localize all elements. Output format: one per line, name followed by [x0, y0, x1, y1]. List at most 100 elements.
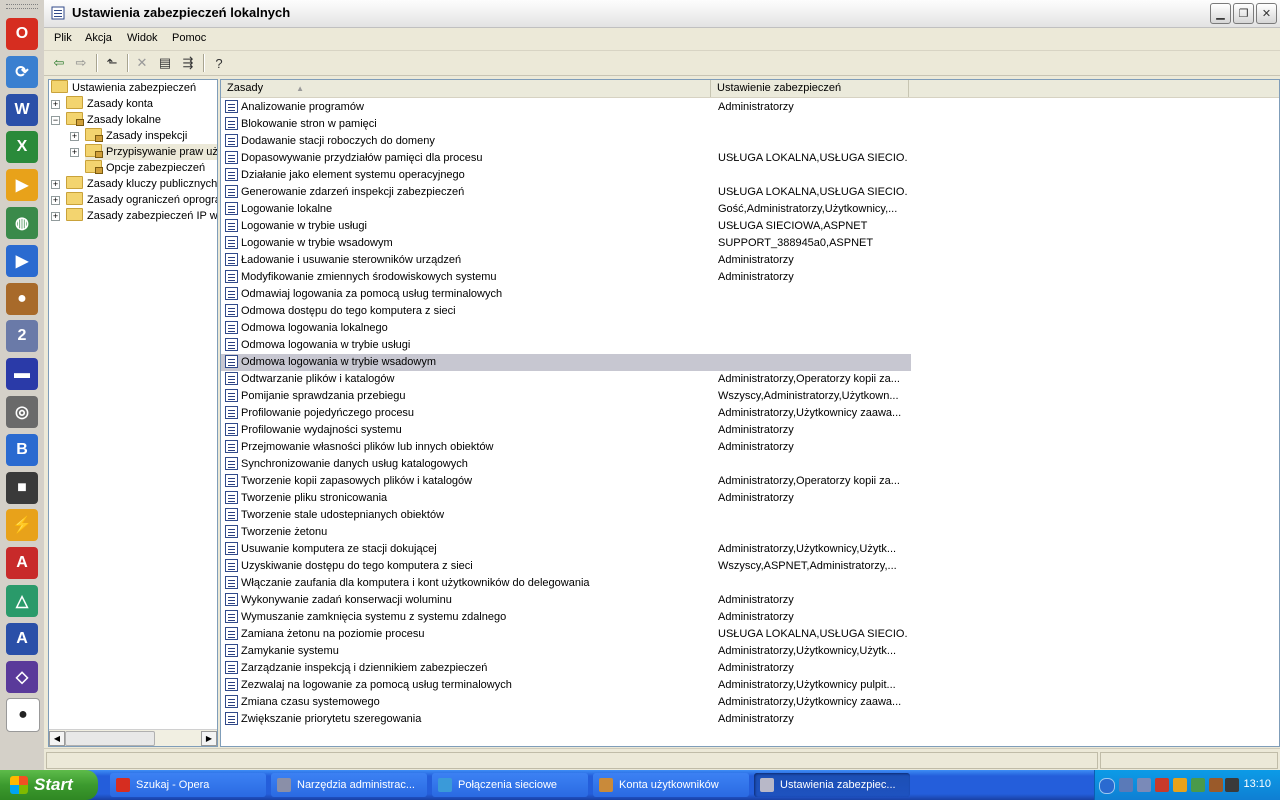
table-row[interactable]: Modyfikowanie zmiennych środowiskowych s… — [221, 269, 911, 286]
table-row[interactable]: Profilowanie wydajności systemu Administr… — [221, 422, 911, 439]
bs-icon[interactable]: B — [6, 433, 38, 466]
table-row[interactable]: Tworzenie kopii zapasowych plików i kata… — [221, 473, 911, 490]
expand-node-button[interactable]: + — [51, 212, 60, 221]
start-button[interactable]: Start — [0, 770, 98, 800]
table-row[interactable]: Dodawanie stacji roboczych do domeny — [221, 133, 911, 150]
table-row[interactable]: Ładowanie i usuwanie sterowników urządze… — [221, 252, 911, 269]
camera-icon[interactable]: ■ — [6, 471, 38, 504]
table-row[interactable]: Zmiana czasu systemowego Administratorzy,… — [221, 694, 911, 711]
menu-akcja[interactable]: Akcja — [85, 32, 112, 44]
winamp-icon[interactable] — [1209, 778, 1223, 792]
table-row[interactable]: Synchronizowanie danych usług katalogowy… — [221, 456, 911, 473]
table-row[interactable]: Tworzenie stale udostepnianych obiektów — [221, 507, 911, 524]
az-icon[interactable]: A — [6, 622, 38, 655]
table-row[interactable]: Zamiana żetonu na poziomie procesu USŁUGA… — [221, 626, 911, 643]
expand-node-button[interactable]: + — [51, 100, 60, 109]
scroll-thumb[interactable] — [65, 731, 155, 746]
show-hidden-icons-icon[interactable] — [1099, 778, 1115, 794]
table-row[interactable]: Zwiększanie priorytetu szeregowania Admin… — [221, 711, 911, 728]
media-player-icon[interactable]: ▶ — [6, 244, 38, 277]
collapse-node-button[interactable]: − — [51, 116, 60, 125]
menu-plik[interactable]: Plik — [54, 32, 72, 44]
table-row[interactable]: Zarządzanie inspekcją i dziennikiem zabe… — [221, 660, 911, 677]
tree-root-security-settings[interactable]: Ustawienia zabezpieczeń — [51, 80, 196, 96]
network-disconnected-icon[interactable] — [1155, 778, 1169, 792]
binary-icon[interactable]: ◇ — [6, 660, 38, 693]
sync-icon[interactable]: ⟳ — [6, 55, 38, 88]
emule-icon[interactable]: ● — [6, 282, 38, 315]
table-row[interactable]: Przejmowanie własności plików lub innych… — [221, 439, 911, 456]
delete-button[interactable]: ✕ — [133, 54, 151, 72]
globe-icon[interactable]: ◍ — [6, 207, 38, 239]
table-row[interactable]: Pomijanie sprawdzania przebiegu Wszyscy,A… — [221, 388, 911, 405]
panda-icon[interactable]: ● — [6, 698, 40, 733]
restore-button[interactable]: ❐ — [1233, 3, 1254, 24]
graph-icon[interactable]: △ — [6, 585, 38, 617]
scroll-left-button[interactable]: ◀ — [49, 731, 65, 746]
tree-node[interactable]: Zasady lokalne — [66, 112, 161, 128]
taskbar-button[interactable]: Konta użytkowników — [593, 773, 749, 797]
tree-node[interactable]: Zasady konta — [66, 96, 153, 112]
title-bar[interactable]: Ustawienia zabezpieczeń lokalnych ▁ ❐ ✕ — [44, 0, 1280, 28]
up-one-level-button[interactable]: ⬑ — [103, 54, 121, 72]
table-row[interactable]: Logowanie w trybie usługi USŁUGA SIECIOWA… — [221, 218, 911, 235]
lightning-icon[interactable]: ⚡ — [6, 509, 38, 542]
taskbar-button[interactable]: Połączenia sieciowe — [432, 773, 588, 797]
close-button[interactable]: ✕ — [1256, 3, 1277, 24]
table-row[interactable]: Odmowa logowania w trybie usługi — [221, 337, 911, 354]
scroll-right-button[interactable]: ▶ — [201, 731, 217, 746]
monitor-icon[interactable] — [1225, 778, 1239, 792]
table-row[interactable]: Działanie jako element systemu operacyjn… — [221, 167, 911, 184]
tree-node[interactable]: Zasady ograniczeń oprogra — [66, 192, 217, 208]
table-row[interactable]: Profilowanie pojedyńczego procesu Adminis… — [221, 405, 911, 422]
table-row[interactable]: Odmowa logowania lokalnego — [221, 320, 911, 337]
opm-icon[interactable]: 2 — [6, 320, 38, 353]
help-button[interactable]: ? — [210, 54, 228, 72]
tree-node[interactable]: Opcje zabezpieczeń — [85, 160, 205, 176]
taskbar-button[interactable]: Ustawienia zabezpiec... — [754, 773, 910, 797]
expand-node-button[interactable]: + — [51, 196, 60, 205]
properties-button[interactable]: ▤ — [156, 54, 174, 72]
column-header-ustawienie[interactable]: Ustawienie zabezpieczeń — [711, 80, 909, 97]
table-row[interactable]: Logowanie lokalne Gość,Administratorzy,Uż… — [221, 201, 911, 218]
toolbar-grip[interactable] — [6, 4, 38, 9]
back-button[interactable]: ⇦ — [50, 54, 68, 72]
table-row[interactable]: Generowanie zdarzeń inspekcji zabezpiecz… — [221, 184, 911, 201]
tree-node[interactable]: Przypisywanie praw uż — [85, 144, 217, 160]
table-row[interactable]: Logowanie w trybie wsadowym SUPPORT_38894… — [221, 235, 911, 252]
table-row[interactable]: Wymuszanie zamknięcia systemu z systemu … — [221, 609, 911, 626]
network-icon[interactable] — [1137, 778, 1151, 792]
minimize-button[interactable]: ▁ — [1210, 3, 1231, 24]
table-row[interactable]: Usuwanie komputera ze stacji dokującej Ad… — [221, 541, 911, 558]
table-row[interactable]: Wykonywanie zadań konserwacji woluminu Ad… — [221, 592, 911, 609]
media-skip-icon[interactable]: ▶ — [6, 169, 38, 202]
table-row[interactable]: Uzyskiwanie dostępu do tego komputera z … — [221, 558, 911, 575]
table-row[interactable]: Odtwarzanie plików i katalogów Administra… — [221, 371, 911, 388]
media-skip-icon[interactable] — [1173, 778, 1187, 792]
table-row[interactable]: Dopasowywanie przydziałów pamięci dla pr… — [221, 150, 911, 167]
table-row[interactable]: Zezwalaj na logowanie za pomocą usług te… — [221, 677, 911, 694]
column-header-zasady[interactable]: Zasady ▲ — [221, 80, 711, 97]
tree-node[interactable]: Zasady kluczy publicznych — [66, 176, 217, 192]
table-row[interactable]: Zamykanie systemu Administratorzy,Użytkow… — [221, 643, 911, 660]
tree-node[interactable]: Zasady zabezpieczeń IP w — [66, 208, 217, 224]
table-row[interactable]: Blokowanie stron w pamięci — [221, 116, 911, 133]
menu-pomoc[interactable]: Pomoc — [172, 32, 206, 44]
expand-node-button[interactable]: + — [70, 148, 79, 157]
table-row[interactable]: Odmawiaj logowania za pomocą usług termi… — [221, 286, 911, 303]
table-row[interactable]: Tworzenie żetonu — [221, 524, 911, 541]
acrobat-icon[interactable]: A — [6, 547, 38, 580]
table-row[interactable]: Odmowa logowania w trybie wsadowym — [221, 354, 911, 371]
table-row[interactable]: Odmowa dostępu do tego komputera z sieci — [221, 303, 911, 320]
film-icon[interactable]: ◎ — [6, 396, 38, 428]
expand-node-button[interactable]: + — [51, 180, 60, 189]
table-row[interactable]: Analizowanie programów Administratorzy — [221, 99, 911, 116]
taskbar-button[interactable]: Narzędzia administrac... — [271, 773, 427, 797]
export-list-button[interactable]: ⇶ — [179, 54, 197, 72]
table-row[interactable]: Włączanie zaufania dla komputera i kont … — [221, 575, 911, 592]
forward-button[interactable]: ⇨ — [72, 54, 90, 72]
excel-icon[interactable]: X — [6, 131, 38, 164]
users-icon[interactable] — [1191, 778, 1205, 792]
opera-icon[interactable]: O — [6, 18, 38, 50]
tree-node[interactable]: Zasady inspekcji — [85, 128, 187, 144]
